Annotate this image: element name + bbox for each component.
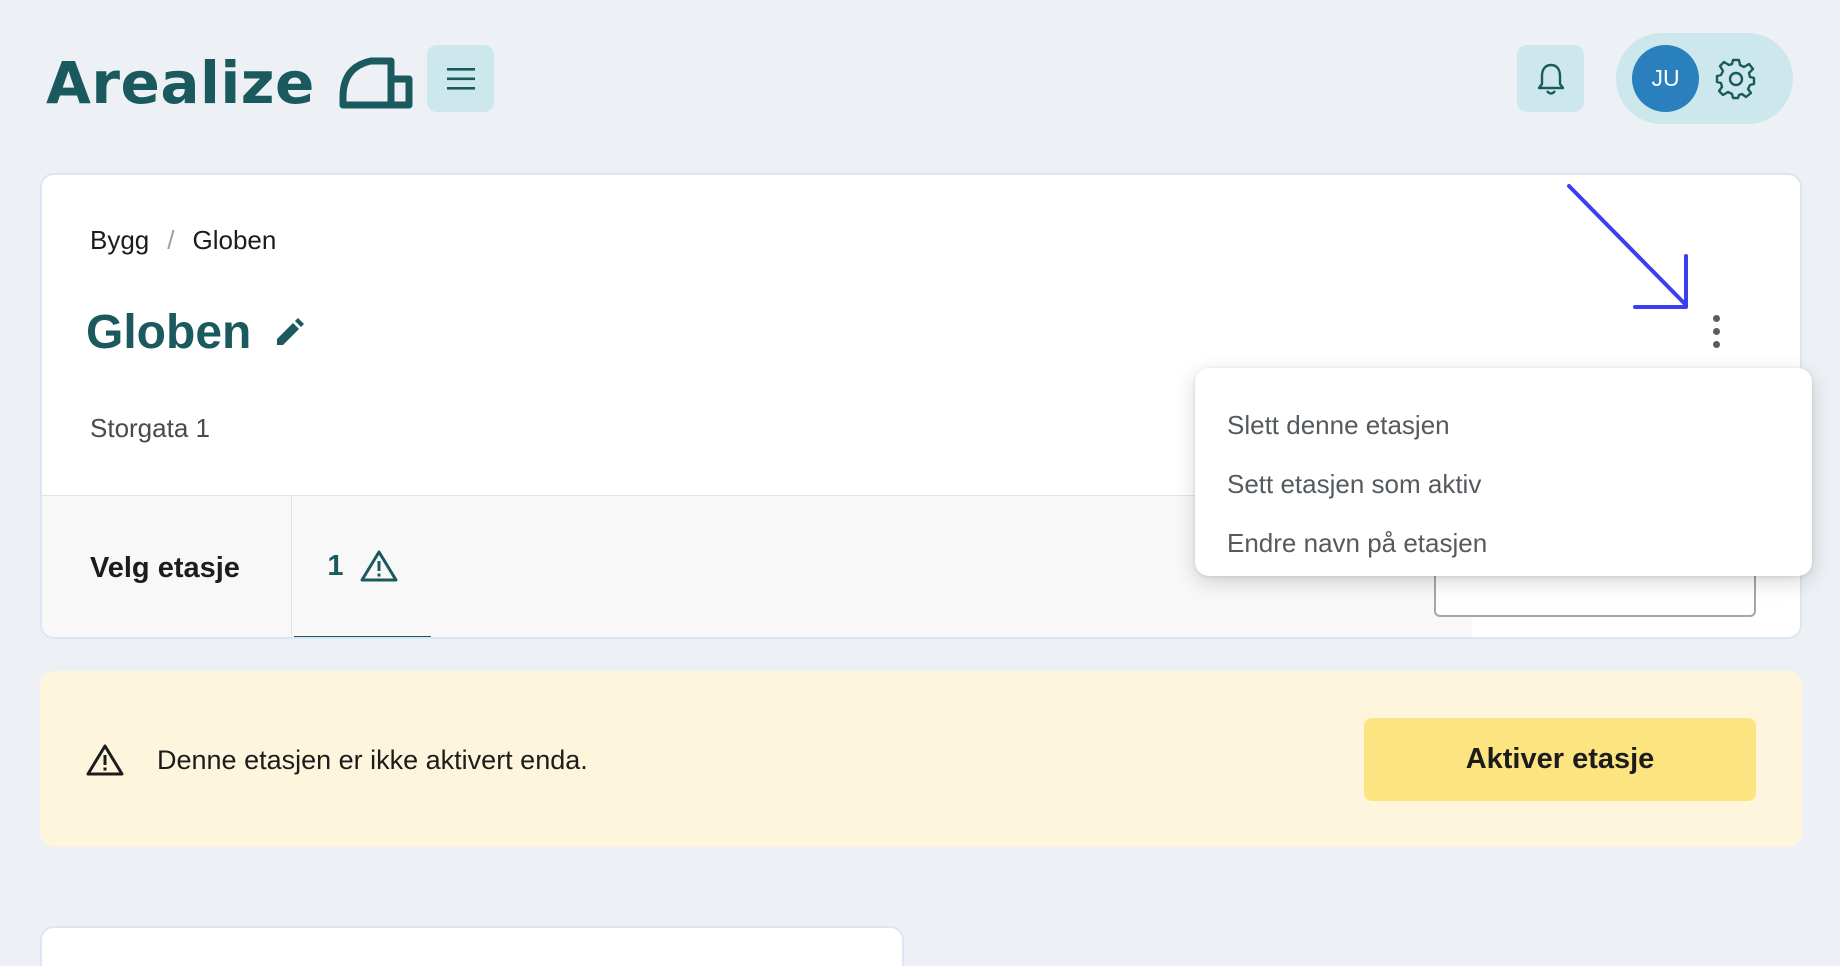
bell-icon bbox=[1537, 63, 1564, 95]
menu-item-delete-floor[interactable]: Slett denne etasjen bbox=[1195, 396, 1812, 455]
page-title: Globen bbox=[86, 306, 252, 359]
content-card bbox=[40, 926, 904, 966]
warning-icon bbox=[86, 744, 124, 776]
notifications-button[interactable] bbox=[1517, 45, 1584, 112]
app-logo[interactable]: Arealize bbox=[46, 48, 413, 118]
menu-button[interactable] bbox=[427, 45, 494, 112]
menu-item-rename-floor[interactable]: Endre navn på etasjen bbox=[1195, 514, 1812, 573]
floor-tab-label: Velg etasje bbox=[90, 496, 292, 637]
kebab-dot bbox=[1712, 314, 1720, 322]
pencil-icon[interactable] bbox=[273, 317, 305, 349]
user-menu[interactable]: JU bbox=[1616, 33, 1793, 124]
kebab-dot bbox=[1712, 340, 1720, 348]
title-row: Globen bbox=[86, 305, 305, 360]
breadcrumb-separator: / bbox=[167, 225, 175, 255]
breadcrumb-item-bygg[interactable]: Bygg bbox=[90, 225, 149, 256]
warning-icon bbox=[360, 550, 398, 582]
inactive-floor-banner: Denne etasjen er ikke aktivert enda. Akt… bbox=[40, 671, 1802, 847]
menu-item-set-active[interactable]: Sett etasjen som aktiv bbox=[1195, 455, 1812, 514]
house-logo-icon bbox=[339, 57, 413, 109]
avatar[interactable]: JU bbox=[1632, 45, 1699, 112]
tab-floor-1[interactable]: 1 bbox=[294, 496, 431, 637]
breadcrumb: Bygg / Globen bbox=[90, 225, 276, 256]
hamburger-icon bbox=[446, 67, 475, 90]
activate-floor-button[interactable]: Aktiver etasje bbox=[1364, 718, 1756, 801]
tab-floor-label: 1 bbox=[327, 549, 344, 582]
gear-icon[interactable] bbox=[1715, 58, 1757, 100]
building-address: Storgata 1 bbox=[90, 413, 210, 443]
breadcrumb-item-current: Globen bbox=[192, 225, 277, 255]
more-options-button[interactable] bbox=[1700, 307, 1732, 355]
options-dropdown: Slett denne etasjen Sett etasjen som akt… bbox=[1195, 368, 1812, 576]
kebab-dot bbox=[1712, 327, 1720, 335]
app-name: Arealize bbox=[46, 49, 315, 117]
banner-message: Denne etasjen er ikke aktivert enda. bbox=[157, 745, 588, 775]
